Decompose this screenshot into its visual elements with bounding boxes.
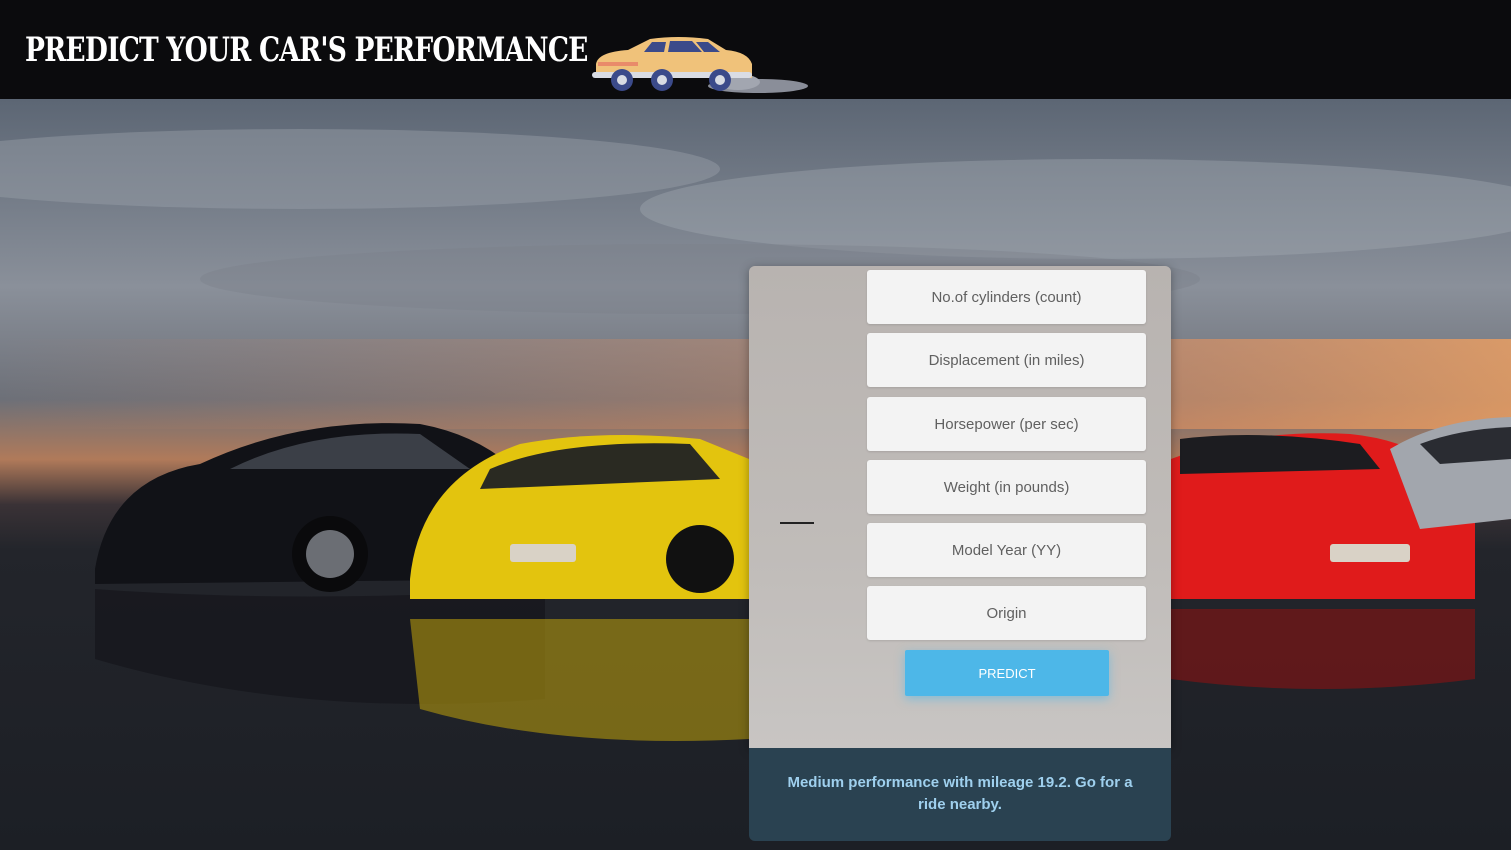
predict-button[interactable]: PREDICT [905, 650, 1109, 696]
divider-line [780, 522, 814, 524]
app-header: PREDICT YOUR CAR'S PERFORMANCE [0, 0, 1511, 100]
model-year-input[interactable] [867, 523, 1146, 577]
cylinders-input[interactable] [867, 270, 1146, 324]
horsepower-input[interactable] [867, 397, 1146, 451]
displacement-input[interactable] [867, 333, 1146, 387]
origin-input[interactable] [867, 586, 1146, 640]
result-text: Medium performance with mileage 19.2. Go… [787, 774, 1133, 813]
prediction-result: Medium performance with mileage 19.2. Go… [749, 748, 1171, 841]
page-title: PREDICT YOUR CAR'S PERFORMANCE [25, 30, 588, 70]
cartoon-car-icon [592, 37, 808, 93]
weight-input[interactable] [867, 460, 1146, 514]
